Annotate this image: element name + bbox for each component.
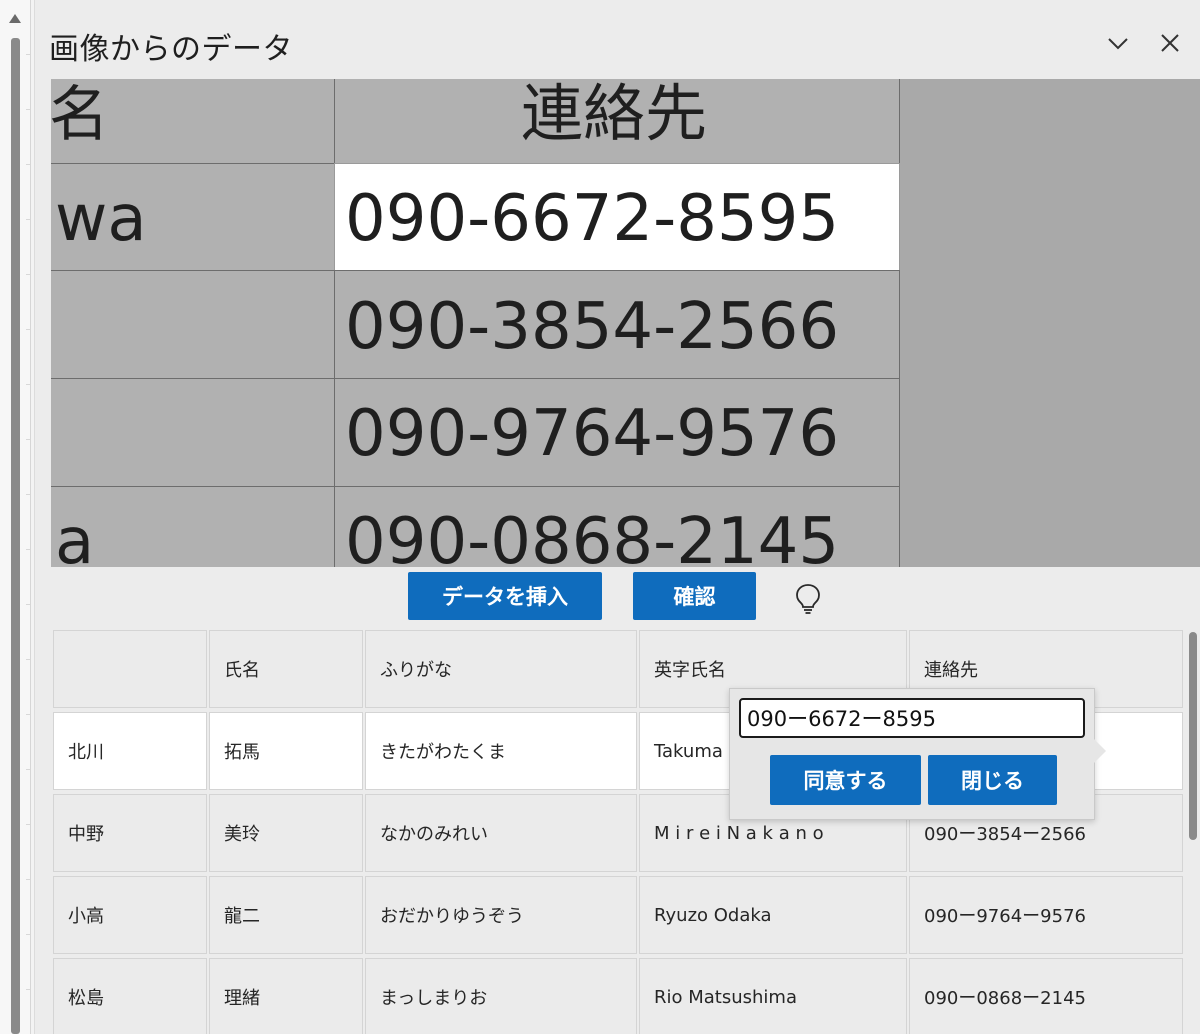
grid-cell[interactable]: Ryuzo Odaka bbox=[639, 876, 907, 954]
pane-title: 画像からのデータ bbox=[49, 32, 293, 67]
grid-header-cell: ふりがな bbox=[365, 630, 637, 708]
scrollbar-thumb[interactable] bbox=[11, 38, 20, 1034]
grid-cell[interactable]: 小高 bbox=[53, 876, 207, 954]
close-pane-button[interactable] bbox=[1155, 28, 1185, 58]
close-popover-button[interactable]: 閉じる bbox=[928, 755, 1057, 805]
table-row[interactable]: 松島 理緒 まっしまりお Rio Matsushima 090ー0868ー214… bbox=[53, 958, 1183, 1034]
chevron-down-icon bbox=[1108, 38, 1128, 50]
preview-row-left: wa bbox=[55, 182, 147, 256]
grid-cell[interactable]: まっしまりお bbox=[365, 958, 637, 1034]
grid-cell[interactable]: 090ー9764ー9576 bbox=[909, 876, 1183, 954]
preview-header-left: 名 bbox=[51, 80, 109, 150]
grid-cell[interactable]: 理緒 bbox=[209, 958, 363, 1034]
grid-cell[interactable]: なかのみれい bbox=[365, 794, 637, 872]
popover-pointer bbox=[1094, 739, 1106, 763]
preview-row-right: 090-0868-2145 bbox=[345, 505, 840, 567]
action-bar: データを挿入 確認 bbox=[51, 567, 1200, 627]
grid-cell[interactable]: 美玲 bbox=[209, 794, 363, 872]
review-value-input[interactable] bbox=[739, 698, 1085, 738]
accept-button[interactable]: 同意する bbox=[770, 755, 921, 805]
close-icon bbox=[1161, 34, 1179, 52]
scroll-up-arrow-icon[interactable] bbox=[9, 14, 21, 23]
preview-row-right: 090-3854-2566 bbox=[345, 290, 840, 364]
grid-scrollbar-thumb[interactable] bbox=[1189, 632, 1197, 840]
left-scrollbar[interactable] bbox=[0, 0, 31, 1034]
grid-cell[interactable]: きたがわたくま bbox=[365, 712, 637, 790]
grid-cell[interactable]: 松島 bbox=[53, 958, 207, 1034]
preview-row-left: a bbox=[55, 505, 95, 567]
grid-header-cell: 氏名 bbox=[209, 630, 363, 708]
collapse-button[interactable] bbox=[1103, 28, 1133, 58]
review-button[interactable]: 確認 bbox=[633, 572, 756, 620]
source-image-preview: 名 連絡先 wa 090-6672-8595 090-3854-2566 090… bbox=[51, 79, 1200, 567]
grid-cell[interactable]: 拓馬 bbox=[209, 712, 363, 790]
grid-cell[interactable]: 北川 bbox=[53, 712, 207, 790]
insert-data-button[interactable]: データを挿入 bbox=[408, 572, 602, 620]
table-row[interactable]: 小高 龍二 おだかりゆうぞう Ryuzo Odaka 090ー9764ー9576 bbox=[53, 876, 1183, 956]
grid-cell[interactable]: 中野 bbox=[53, 794, 207, 872]
data-from-image-pane: 画像からのデータ 名 連絡先 wa 090-6672-8595 090-3854… bbox=[34, 0, 1200, 1034]
grid-cell[interactable]: 龍二 bbox=[209, 876, 363, 954]
preview-row-right: 090-9764-9576 bbox=[345, 397, 840, 471]
pane-header: 画像からのデータ bbox=[35, 0, 1200, 80]
grid-cell[interactable]: 090ー0868ー2145 bbox=[909, 958, 1183, 1034]
review-popover: 同意する 閉じる bbox=[729, 688, 1106, 820]
sheet-gridlines bbox=[26, 0, 30, 1034]
grid-cell[interactable]: おだかりゆうぞう bbox=[365, 876, 637, 954]
preview-header-right: 連絡先 bbox=[521, 79, 708, 150]
grid-cell[interactable]: Rio Matsushima bbox=[639, 958, 907, 1034]
lightbulb-icon[interactable] bbox=[793, 582, 823, 616]
grid-header-cell bbox=[53, 630, 207, 708]
preview-row-right: 090-6672-8595 bbox=[345, 182, 840, 256]
